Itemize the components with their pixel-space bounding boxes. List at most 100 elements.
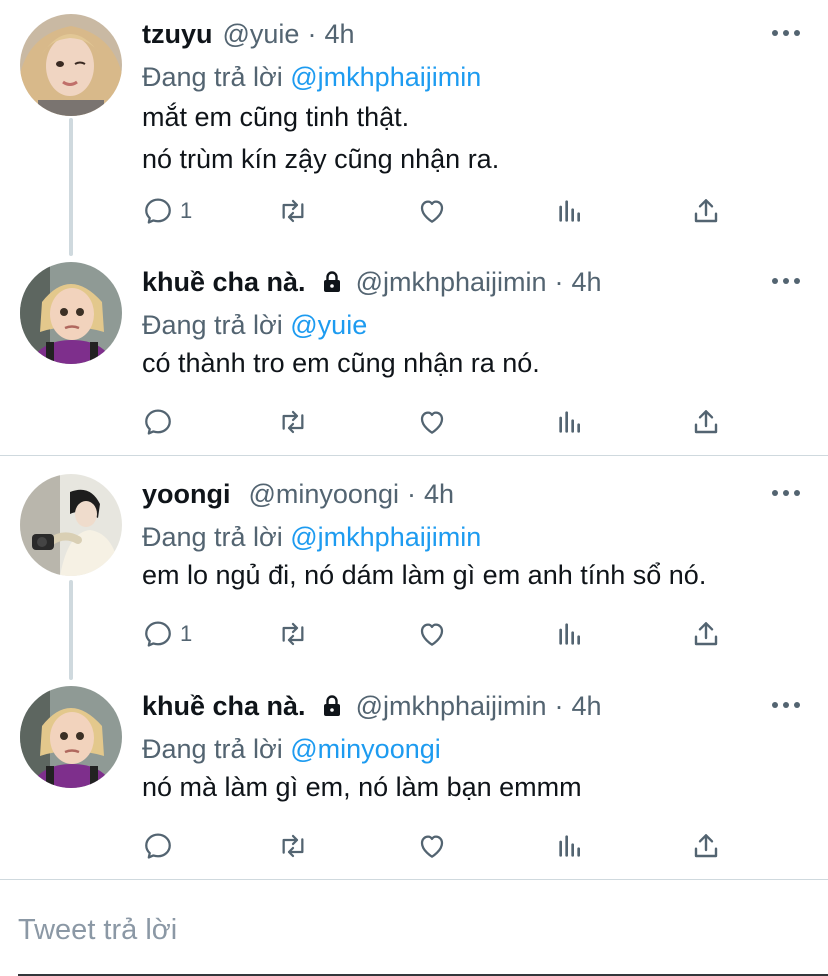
reply-icon [142,618,174,650]
separator-dot: · [406,478,416,509]
mention-link[interactable]: @yuie [290,310,367,340]
reply-button[interactable]: 1 [142,191,192,231]
analytics-icon [554,406,586,438]
share-button[interactable] [690,826,722,866]
analytics-icon [554,618,586,650]
reply-button[interactable]: 1 [142,614,192,654]
retweet-button[interactable] [276,191,310,231]
tweet-text: em lo ngủ đi, nó dám làm gì em anh tính … [142,554,706,596]
tweet-text-line: có thành tro em cũng nhận ra nó. [142,348,540,378]
share-button[interactable] [690,614,722,654]
action-bar: 1 [142,614,742,654]
reply-count: 1 [180,198,193,223]
tweet[interactable]: yoongi @minyoongi · 4h Đang trả lời @jmk… [0,474,828,664]
mention-link[interactable]: @jmkhphaijimin [290,522,481,552]
avatar[interactable] [20,686,122,788]
reply-composer [0,880,828,976]
like-button[interactable] [416,402,448,442]
like-button[interactable] [416,614,448,654]
more-options-icon[interactable] [772,278,800,284]
lock-icon [320,694,344,718]
mention-link[interactable]: @minyoongi [290,734,440,764]
reply-count: 1 [180,621,193,646]
separator-dot: · [554,266,564,297]
tweet-text-line: mắt em cũng tinh thật. [142,102,410,132]
like-button[interactable] [416,826,448,866]
retweet-button[interactable] [276,614,310,654]
display-name[interactable]: khuề cha nà. [142,691,306,722]
retweet-icon [276,618,310,650]
analytics-button[interactable] [554,191,586,231]
like-button[interactable] [416,191,448,231]
heart-icon [416,195,448,227]
tweet-text-line: nó trùm kín zậy cũng nhận ra. [142,144,500,174]
share-button[interactable] [690,191,722,231]
tweet-header: yoongi @minyoongi · 4h [142,474,454,514]
timestamp[interactable]: 4h [572,267,602,298]
avatar[interactable] [20,262,122,364]
user-handle[interactable]: @yuie [223,19,300,50]
share-icon [690,618,722,650]
reply-icon [142,195,174,227]
reply-prefix: Đang trả lời [142,734,291,764]
reply-context: Đang trả lời @yuie [142,310,367,341]
avatar[interactable] [20,474,122,576]
mention-link[interactable]: @jmkhphaijimin [290,62,481,92]
share-icon [690,406,722,438]
tweet[interactable]: khuề cha nà. @jmkhphaijimin · 4h Đang tr… [0,686,828,876]
reply-input[interactable] [18,910,798,950]
heart-icon [416,618,448,650]
tweet-text-line: nó mà làm gì em, nó làm bạn emmm [142,772,582,802]
display-name[interactable]: tzuyu [142,19,213,50]
analytics-icon [554,195,586,227]
thread-divider [0,455,828,456]
timestamp[interactable]: 4h [324,19,354,50]
more-options-icon[interactable] [772,490,800,496]
tweet-text: có thành tro em cũng nhận ra nó. [142,342,540,384]
analytics-button[interactable] [554,614,586,654]
retweet-button[interactable] [276,402,310,442]
tweet-header: tzuyu @yuie · 4h [142,14,355,54]
analytics-icon [554,830,586,862]
action-bar: 1 [142,191,742,231]
separator-dot: · [554,690,564,721]
more-options-icon[interactable] [772,702,800,708]
share-button[interactable] [690,402,722,442]
tweet[interactable]: khuề cha nà. @jmkhphaijimin · 4h Đang tr… [0,262,828,452]
reply-context: Đang trả lời @minyoongi [142,734,441,765]
avatar[interactable] [20,14,122,116]
display-name[interactable]: yoongi [142,479,231,510]
lock-icon [320,270,344,294]
retweet-icon [276,830,310,862]
heart-icon [416,830,448,862]
display-name[interactable]: khuề cha nà. [142,267,306,298]
timestamp[interactable]: 4h [424,479,454,510]
reply-button[interactable] [142,402,180,442]
share-icon [690,195,722,227]
tweet-text: mắt em cũng tinh thật. nó trùm kín zậy c… [142,96,499,180]
heart-icon [416,406,448,438]
analytics-button[interactable] [554,402,586,442]
retweet-button[interactable] [276,826,310,866]
more-options-icon[interactable] [772,30,800,36]
action-bar [142,826,742,866]
reply-prefix: Đang trả lời [142,522,291,552]
user-handle[interactable]: @minyoongi [249,479,399,510]
analytics-button[interactable] [554,826,586,866]
user-handle[interactable]: @jmkhphaijimin [356,691,547,722]
retweet-icon [276,406,310,438]
tweet-header: khuề cha nà. @jmkhphaijimin · 4h [142,686,602,726]
action-bar [142,402,742,442]
reply-context: Đang trả lời @jmkhphaijimin [142,62,481,93]
reply-button[interactable] [142,826,180,866]
tweet-text-line: em lo ngủ đi, nó dám làm gì em anh tính … [142,560,707,590]
tweet[interactable]: tzuyu @yuie · 4h Đang trả lời @jmkhphaij… [0,14,828,234]
reply-icon [142,830,174,862]
user-handle[interactable]: @jmkhphaijimin [356,267,547,298]
reply-icon [142,406,174,438]
reply-prefix: Đang trả lời [142,310,291,340]
tweet-header: khuề cha nà. @jmkhphaijimin · 4h [142,262,602,302]
tweet-text: nó mà làm gì em, nó làm bạn emmm [142,766,582,808]
timestamp[interactable]: 4h [572,691,602,722]
share-icon [690,830,722,862]
